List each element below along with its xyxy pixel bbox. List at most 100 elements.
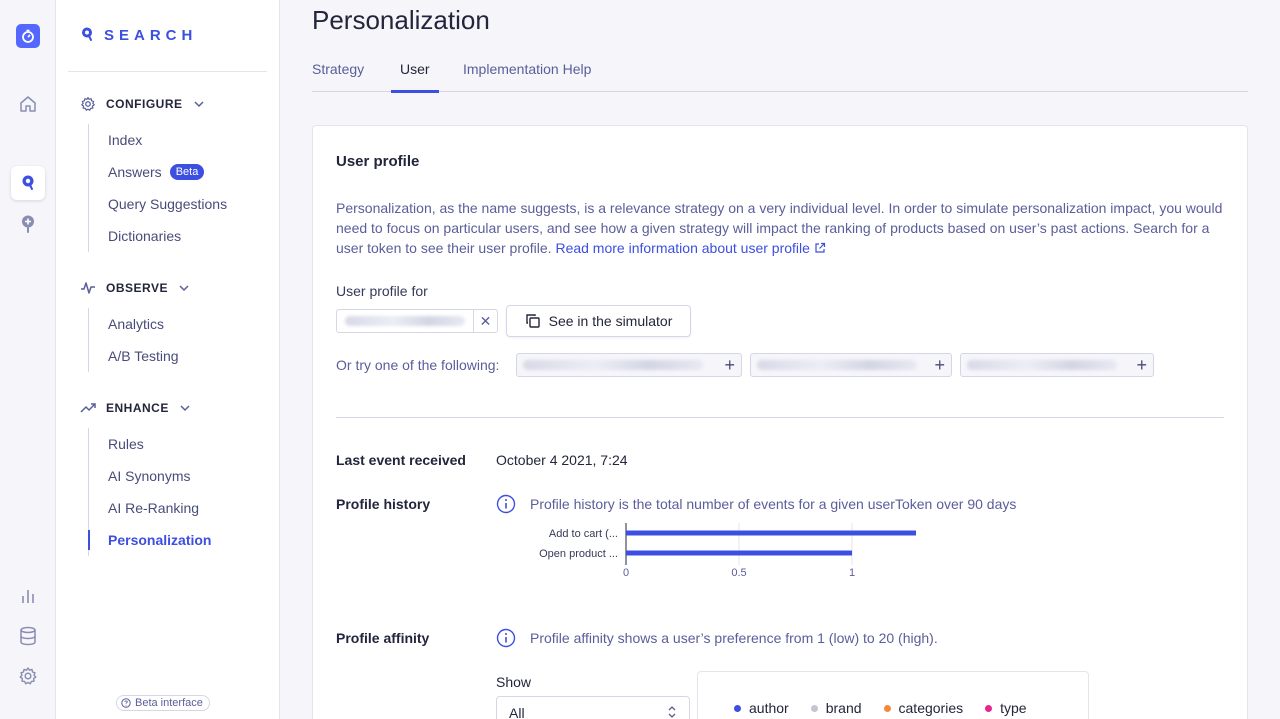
- sidebar-item-label: Answers: [108, 164, 162, 180]
- x-tick-label: 0: [623, 567, 629, 579]
- sidebar-item-analytics[interactable]: Analytics: [89, 308, 179, 340]
- lightbulb-icon[interactable]: [0, 208, 56, 240]
- profile-for-label: User profile for: [336, 283, 428, 299]
- suggested-token-chip[interactable]: +: [750, 353, 952, 377]
- profile-affinity-label: Profile affinity: [336, 630, 430, 646]
- help-circle-icon: [121, 698, 131, 708]
- sidebar-item-answers[interactable]: Answers Beta: [89, 156, 227, 188]
- enhance-items: Rules AI Synonyms AI Re-Ranking Personal…: [87, 428, 211, 556]
- search-icon: [11, 166, 45, 200]
- sidebar-item-query-suggestions[interactable]: Query Suggestions: [89, 188, 227, 220]
- section-configure[interactable]: CONFIGURE: [80, 94, 205, 114]
- bar-chart-icon[interactable]: [0, 580, 56, 612]
- section-observe[interactable]: OBSERVE: [80, 278, 190, 298]
- divider: [336, 417, 1224, 418]
- brand-name: SEARCH: [104, 26, 198, 44]
- chevron-down-icon: [180, 405, 190, 412]
- suggested-token-chip[interactable]: +: [516, 353, 742, 377]
- tab-user[interactable]: User: [391, 55, 439, 93]
- external-link-icon: [815, 242, 825, 253]
- plus-icon[interactable]: +: [1136, 355, 1147, 375]
- user-token-value: [345, 316, 465, 326]
- beta-interface-toggle[interactable]: Beta interface: [116, 695, 210, 711]
- home-icon[interactable]: [0, 88, 56, 120]
- legend-dot: [734, 704, 741, 712]
- icon-rail: [0, 0, 56, 719]
- plus-icon[interactable]: +: [934, 355, 945, 375]
- see-in-simulator-button[interactable]: See in the simulator: [506, 305, 691, 337]
- read-more-link[interactable]: Read more information about user profile: [555, 240, 825, 256]
- show-select[interactable]: All: [496, 696, 690, 719]
- suggested-token-chip[interactable]: +: [960, 353, 1154, 377]
- close-icon: ✕: [479, 312, 492, 329]
- legend-item-brand[interactable]: brand: [810, 700, 862, 716]
- tab-label: Implementation Help: [463, 60, 592, 77]
- plus-icon[interactable]: +: [724, 355, 735, 375]
- sidebar-item-dictionaries[interactable]: Dictionaries: [89, 220, 227, 252]
- tab-strategy[interactable]: Strategy: [312, 55, 364, 92]
- nav-sidebar: SEARCH CONFIGURE Index Answers Beta Query…: [56, 0, 280, 719]
- observe-items: Analytics A/B Testing: [88, 308, 179, 372]
- search-nav-item[interactable]: [0, 166, 56, 200]
- user-token-input[interactable]: ✕: [336, 309, 498, 333]
- x-tick-label: 0.5: [731, 567, 746, 579]
- info-icon[interactable]: [496, 628, 516, 648]
- tab-bar: Strategy User Implementation Help: [312, 55, 1248, 93]
- affinity-legend: author brand categories type: [734, 700, 1027, 716]
- sidebar-item-ab-testing[interactable]: A/B Testing: [89, 340, 179, 372]
- brand-logo[interactable]: SEARCH: [80, 26, 197, 44]
- history-info: Profile history is the total number of e…: [496, 494, 1016, 514]
- sidebar-item-label: AI Re-Ranking: [108, 500, 200, 516]
- section-label: ENHANCE: [106, 401, 169, 415]
- beta-badge: Beta: [169, 164, 205, 180]
- info-icon[interactable]: [496, 494, 516, 514]
- card-title: User profile: [336, 153, 420, 170]
- last-event-value: October 4 2021, 7:24: [496, 452, 628, 468]
- sidebar-item-label: Rules: [108, 436, 144, 452]
- bar-0: [626, 530, 916, 536]
- sidebar-item-rules[interactable]: Rules: [89, 428, 211, 460]
- legend-item-author[interactable]: author: [734, 700, 789, 716]
- chevron-updown-icon: [668, 706, 676, 718]
- tab-implementation-help[interactable]: Implementation Help: [463, 55, 591, 92]
- configure-items: Index Answers Beta Query Suggestions Dict…: [88, 124, 227, 252]
- gear-icon: [81, 97, 95, 111]
- sidebar-item-personalization[interactable]: Personalization: [87, 524, 211, 556]
- sidebar-item-label: Analytics: [108, 316, 165, 332]
- legend-dot: [985, 704, 993, 712]
- beta-interface-label: Beta interface: [135, 697, 203, 709]
- sidebar-item-ai-re-ranking[interactable]: AI Re-Ranking: [89, 492, 211, 524]
- profile-description: Personalization, as the name suggests, i…: [336, 198, 1236, 258]
- user-profile-card: User profile Personalization, as the nam…: [312, 125, 1248, 719]
- token-value: [967, 360, 1117, 370]
- show-label: Show: [496, 674, 532, 690]
- main-content: Personalization Strategy User Implementa…: [280, 0, 1280, 719]
- timer-logo-icon[interactable]: [0, 20, 56, 52]
- last-event-label: Last event received: [336, 452, 466, 468]
- sidebar-item-index[interactable]: Index: [89, 124, 227, 156]
- legend-item-categories[interactable]: categories: [883, 700, 964, 716]
- tab-label: Strategy: [312, 60, 365, 77]
- section-label: OBSERVE: [106, 281, 168, 295]
- sidebar-item-label: Index: [108, 132, 143, 148]
- bar-1: [626, 550, 852, 556]
- clear-token-button[interactable]: ✕: [473, 310, 497, 332]
- legend-dot: [883, 704, 891, 712]
- tab-label: User: [400, 60, 430, 77]
- read-more-label: Read more information about user profile: [555, 240, 810, 256]
- database-icon[interactable]: [0, 620, 56, 652]
- simulator-button-label: See in the simulator: [548, 313, 673, 329]
- page-title: Personalization: [312, 5, 490, 35]
- legend-label: type: [1000, 700, 1027, 716]
- profile-history-label: Profile history: [336, 496, 431, 512]
- gear-icon[interactable]: [0, 660, 56, 692]
- try-label: Or try one of the following:: [336, 357, 500, 373]
- pulse-icon: [81, 282, 95, 294]
- legend-label: categories: [898, 700, 964, 716]
- legend-item-type[interactable]: type: [985, 700, 1027, 716]
- section-enhance[interactable]: ENHANCE: [80, 398, 191, 418]
- affinity-info-text: Profile affinity shows a user’s preferen…: [530, 630, 938, 646]
- legend-label: author: [749, 700, 789, 716]
- affinity-info: Profile affinity shows a user’s preferen…: [496, 628, 938, 648]
- sidebar-item-ai-synonyms[interactable]: AI Synonyms: [89, 460, 211, 492]
